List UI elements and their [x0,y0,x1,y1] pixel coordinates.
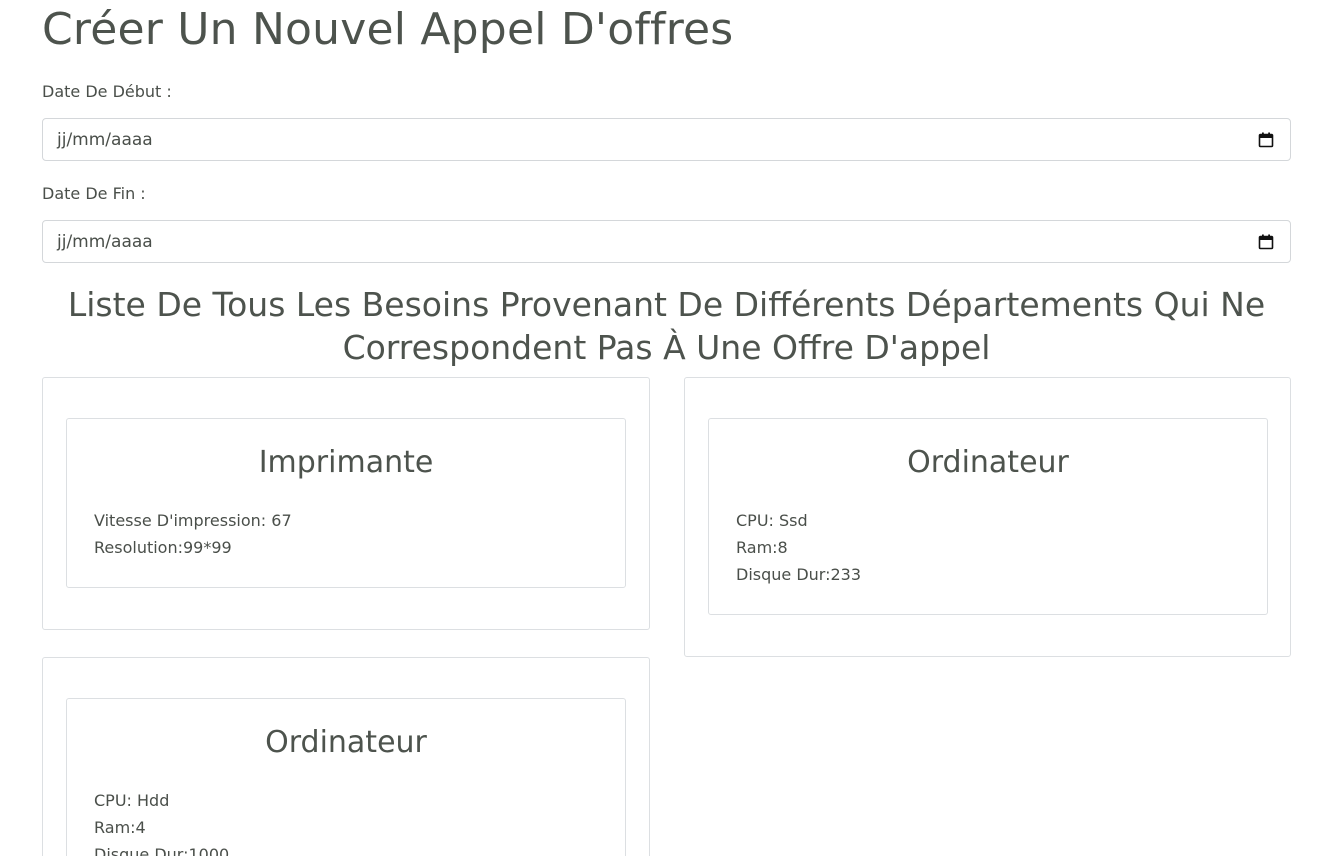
need-spec: CPU: Hdd [94,791,170,810]
end-date-placeholder: jj/mm/aaaa [57,232,153,252]
need-card: Ordinateur CPU: Ssd Ram:8 Disque Dur:233 [684,377,1291,657]
need-spec: Resolution:99*99 [94,538,232,557]
page: Créer Un Nouvel Appel D'offres Date De D… [0,0,1339,856]
need-spec-list: Vitesse D'impression: 67 Resolution:99*9… [94,507,292,561]
need-card-body: Ordinateur CPU: Ssd Ram:8 Disque Dur:233 [708,418,1268,615]
start-date-input[interactable]: jj/mm/aaaa [42,118,1291,161]
need-spec-list: CPU: Ssd Ram:8 Disque Dur:233 [736,507,861,588]
need-spec: CPU: Ssd [736,511,808,530]
need-title: Ordinateur [265,725,427,760]
need-spec: Disque Dur:1000 [94,845,230,856]
need-card-body: Imprimante Vitesse D'impression: 67 Reso… [66,418,626,588]
need-title: Ordinateur [907,445,1069,480]
need-card: Ordinateur CPU: Hdd Ram:4 Disque Dur:100… [42,657,650,856]
need-card: Imprimante Vitesse D'impression: 67 Reso… [42,377,650,630]
start-date-placeholder: jj/mm/aaaa [57,130,153,150]
end-date-label: Date De Fin : [42,184,146,203]
end-date-input[interactable]: jj/mm/aaaa [42,220,1291,263]
need-spec-list: CPU: Hdd Ram:4 Disque Dur:1000 [94,787,229,856]
need-spec: Vitesse D'impression: 67 [94,511,292,530]
need-spec: Disque Dur:233 [736,565,862,584]
start-date-label: Date De Début : [42,82,172,101]
need-spec: Ram:4 [94,818,146,837]
need-spec: Ram:8 [736,538,788,557]
page-title: Créer Un Nouvel Appel D'offres [42,4,734,55]
calendar-icon[interactable] [1258,132,1274,148]
calendar-icon[interactable] [1258,234,1274,250]
needs-section-title: Liste De Tous Les Besoins Provenant De D… [67,285,1266,367]
need-card-body: Ordinateur CPU: Hdd Ram:4 Disque Dur:100… [66,698,626,856]
need-title: Imprimante [258,445,434,480]
